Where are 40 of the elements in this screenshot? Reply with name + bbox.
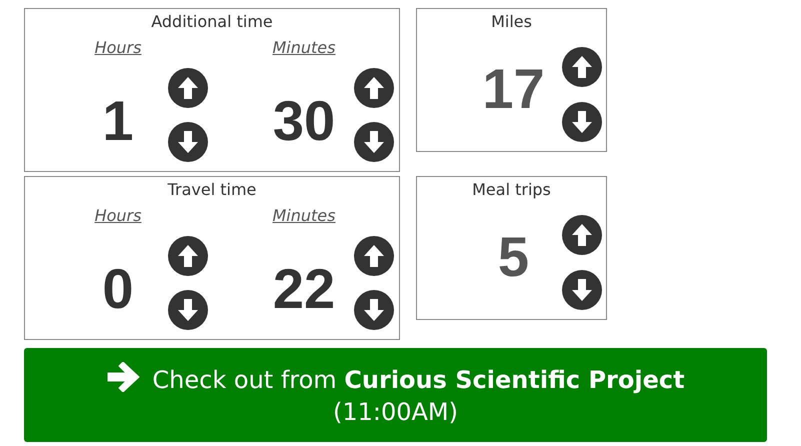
value-display: 5 (498, 225, 530, 289)
increase-button[interactable] (168, 236, 208, 276)
arrow-down-icon (363, 298, 385, 322)
increase-button[interactable] (562, 47, 602, 87)
decrease-button[interactable] (354, 122, 394, 162)
arrow-up-icon (177, 244, 199, 268)
increase-button[interactable] (354, 68, 394, 108)
arrow-up-icon (177, 76, 199, 100)
arrow-right-icon (106, 362, 140, 392)
value-display: 22 (272, 256, 336, 322)
arrow-down-icon (363, 130, 385, 154)
checkout-button[interactable]: Check out from Curious Scientific Project (11:00AM) (24, 348, 767, 442)
value-display: 0 (102, 256, 134, 322)
arrow-down-icon (571, 278, 593, 302)
value-display: 30 (272, 88, 336, 154)
decrease-button[interactable] (354, 290, 394, 330)
arrow-up-icon (363, 244, 385, 268)
arrow-down-icon (177, 130, 199, 154)
decrease-button[interactable] (168, 290, 208, 330)
increase-button[interactable] (354, 236, 394, 276)
panel-title: Additional time (150, 11, 274, 33)
arrow-down-icon (571, 110, 593, 134)
unit-label: Minutes (272, 205, 336, 227)
value-display: 17 (482, 57, 545, 121)
panel-title: Miles (490, 11, 533, 33)
arrow-up-icon (571, 55, 593, 79)
arrow-up-icon (571, 223, 593, 247)
unit-label: Minutes (272, 37, 336, 59)
panel-title: Meal trips (471, 179, 552, 201)
decrease-button[interactable] (562, 270, 602, 310)
increase-button[interactable] (562, 215, 602, 255)
panel-title: Travel time (166, 179, 258, 201)
unit-label: Hours (94, 205, 142, 227)
arrow-down-icon (177, 298, 199, 322)
value-display: 1 (102, 88, 134, 154)
unit-label: Hours (94, 37, 142, 59)
arrow-up-icon (363, 76, 385, 100)
increase-button[interactable] (168, 68, 208, 108)
decrease-button[interactable] (168, 122, 208, 162)
decrease-button[interactable] (562, 102, 602, 142)
